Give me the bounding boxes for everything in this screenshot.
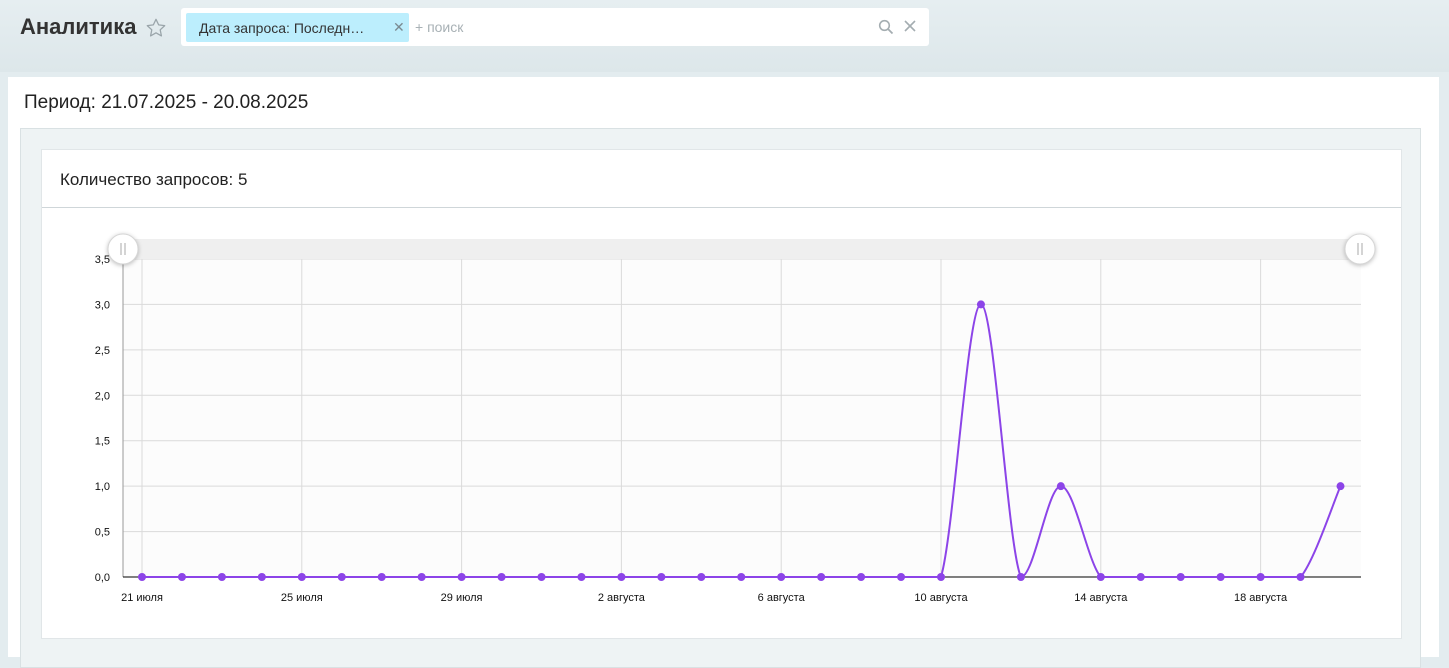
data-point bbox=[697, 573, 706, 581]
data-point bbox=[657, 573, 666, 581]
data-point bbox=[1336, 482, 1345, 491]
x-tick-label: 29 июля bbox=[441, 592, 483, 604]
report-card: Период: 21.07.2025 - 20.08.2025 Количест… bbox=[8, 77, 1439, 668]
data-point bbox=[497, 573, 506, 581]
data-point bbox=[1296, 573, 1305, 581]
page-title: Аналитика bbox=[20, 14, 137, 39]
clear-search-icon[interactable] bbox=[903, 19, 917, 33]
filter-tag[interactable]: Дата запроса: Последн… ✕ bbox=[186, 13, 409, 42]
data-point bbox=[857, 573, 866, 581]
period-label: Период: 21.07.2025 - 20.08.2025 bbox=[24, 92, 309, 113]
y-tick-label: 2,5 bbox=[95, 345, 110, 357]
y-tick-label: 1,0 bbox=[95, 481, 110, 493]
data-point bbox=[417, 573, 426, 581]
y-tick-label: 0,5 bbox=[95, 527, 110, 539]
filter-tag-close-icon[interactable]: ✕ bbox=[393, 19, 405, 36]
data-point bbox=[1056, 482, 1065, 491]
x-tick-label: 14 августа bbox=[1074, 592, 1128, 604]
search-icon[interactable] bbox=[878, 19, 894, 35]
data-point bbox=[257, 573, 266, 581]
data-point bbox=[1176, 573, 1185, 581]
data-point bbox=[177, 573, 186, 581]
data-point bbox=[1136, 573, 1145, 581]
top-bar: Аналитика Дата запроса: Последн… ✕ + пои… bbox=[0, 0, 1449, 72]
data-point bbox=[337, 573, 346, 581]
data-point bbox=[1016, 573, 1025, 581]
range-slider-left-handle[interactable] bbox=[107, 233, 139, 265]
chart-card: Количество запросов: 5 0,0 0,5 1,0 1,5 2,0 2,… bbox=[41, 149, 1402, 639]
data-point bbox=[737, 573, 746, 581]
x-tick-label: 6 августа bbox=[758, 592, 806, 604]
x-tick-label: 25 июля bbox=[281, 592, 323, 604]
data-point bbox=[897, 573, 906, 581]
search-input[interactable]: + поиск bbox=[415, 19, 463, 35]
requests-line-chart: 0,0 0,5 1,0 1,5 2,0 2,5 3,0 3,5 21 июля 25 июля 29… bbox=[95, 233, 1376, 604]
data-point bbox=[976, 300, 985, 309]
star-icon[interactable] bbox=[145, 17, 167, 39]
filter-search-box[interactable]: Дата запроса: Последн… ✕ + поиск bbox=[181, 8, 929, 46]
data-point bbox=[377, 573, 386, 581]
y-tick-label: 0,0 bbox=[95, 572, 110, 584]
x-tick-label: 10 августа bbox=[914, 592, 968, 604]
x-tick-label: 21 июля bbox=[121, 592, 163, 604]
y-tick-label: 3,5 bbox=[95, 254, 110, 266]
data-point bbox=[777, 573, 786, 581]
data-point bbox=[1216, 573, 1225, 581]
y-tick-label: 3,0 bbox=[95, 299, 110, 311]
plot-area bbox=[123, 259, 1361, 577]
range-slider-right-handle[interactable] bbox=[1344, 233, 1376, 265]
data-point bbox=[937, 573, 945, 581]
data-point bbox=[457, 573, 466, 581]
data-point bbox=[617, 573, 626, 581]
data-point bbox=[1096, 573, 1105, 581]
y-tick-label: 1,5 bbox=[95, 436, 110, 448]
filter-tag-label: Дата запроса: Последн… bbox=[199, 20, 365, 36]
data-point bbox=[577, 573, 586, 581]
y-tick-label: 2,0 bbox=[95, 390, 110, 402]
range-slider-track bbox=[123, 239, 1360, 259]
data-point bbox=[217, 573, 226, 581]
data-point bbox=[138, 573, 146, 581]
data-point bbox=[1256, 573, 1265, 581]
data-point bbox=[817, 573, 826, 581]
data-point bbox=[297, 573, 306, 581]
x-tick-label: 2 августа bbox=[598, 592, 646, 604]
report-panel: Количество запросов: 5 0,0 0,5 1,0 1,5 2,0 2,… bbox=[20, 128, 1421, 668]
x-tick-label: 18 августа bbox=[1234, 592, 1288, 604]
data-point bbox=[537, 573, 546, 581]
